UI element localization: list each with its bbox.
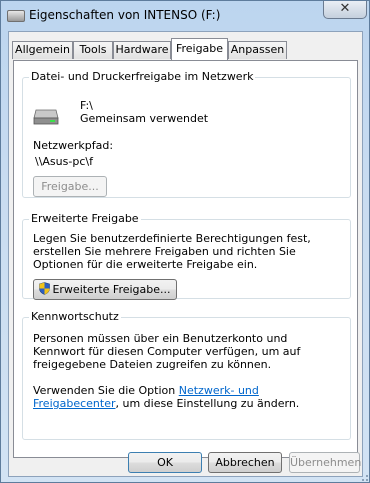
title-bar[interactable]: Eigenschaften von INTENSO (F:) ✕ xyxy=(1,1,369,31)
apply-button[interactable]: Übernehmen xyxy=(289,452,361,473)
network-path-label: Netzwerkpfad: xyxy=(33,139,114,152)
drive-share-status: Gemeinsam verwendet xyxy=(80,112,209,125)
tab-panel-freigabe: Datei- und Druckerfreigabe im Netzwerk F… xyxy=(13,60,358,458)
tab-freigabe[interactable]: Freigabe xyxy=(171,38,228,60)
close-icon: ✕ xyxy=(339,1,351,16)
advanced-sharing-button-label: Erweiterte Freigabe... xyxy=(52,283,171,296)
network-path-value[interactable]: \\Asus-pc\f xyxy=(35,155,93,168)
password-protection-description: Personen müssen über ein Benutzerkonto u… xyxy=(33,332,301,371)
window-title: Eigenschaften von INTENSO (F:) xyxy=(29,8,221,22)
hint-prefix: Verwenden Sie die Option xyxy=(33,384,179,397)
tab-hardware[interactable]: Hardware xyxy=(113,41,171,59)
properties-window: Eigenschaften von INTENSO (F:) ✕ Allgeme… xyxy=(0,0,370,483)
tab-anpassen[interactable]: Anpassen xyxy=(228,41,287,59)
password-protection-hint: Verwenden Sie die Option Netzwerk- und F… xyxy=(33,384,338,410)
password-protection-title: Kennwortschutz xyxy=(29,310,121,323)
hint-suffix: , um diese Einstellung zu ändern. xyxy=(115,397,300,410)
close-button[interactable]: ✕ xyxy=(323,1,367,19)
share-button[interactable]: Freigabe... xyxy=(33,176,107,197)
tab-tools[interactable]: Tools xyxy=(73,41,113,59)
password-protection-group: Kennwortschutz Personen müssen über ein … xyxy=(22,310,351,440)
drive-name: F:\ xyxy=(80,99,93,112)
advanced-sharing-description: Legen Sie benutzerdefinierte Berechtigun… xyxy=(33,232,311,271)
dialog-client: Allgemein Tools Hardware Freigabe Anpass… xyxy=(8,31,363,477)
drive-title-icon xyxy=(7,10,25,22)
network-sharing-title: Datei- und Druckerfreigabe im Netzwerk xyxy=(29,70,256,83)
drive-icon xyxy=(33,109,59,125)
uac-shield-icon xyxy=(39,282,51,295)
resize-grip-icon[interactable] xyxy=(357,470,369,482)
advanced-sharing-group: Erweiterte Freigabe Legen Sie benutzerde… xyxy=(22,212,351,300)
advanced-sharing-button[interactable]: Erweiterte Freigabe... xyxy=(33,279,177,300)
advanced-sharing-title: Erweiterte Freigabe xyxy=(29,212,141,225)
ok-button[interactable]: OK xyxy=(128,452,202,473)
tab-allgemein[interactable]: Allgemein xyxy=(12,41,73,59)
network-sharing-group: Datei- und Druckerfreigabe im Netzwerk F… xyxy=(22,70,351,198)
cancel-button[interactable]: Abbrechen xyxy=(208,452,282,473)
